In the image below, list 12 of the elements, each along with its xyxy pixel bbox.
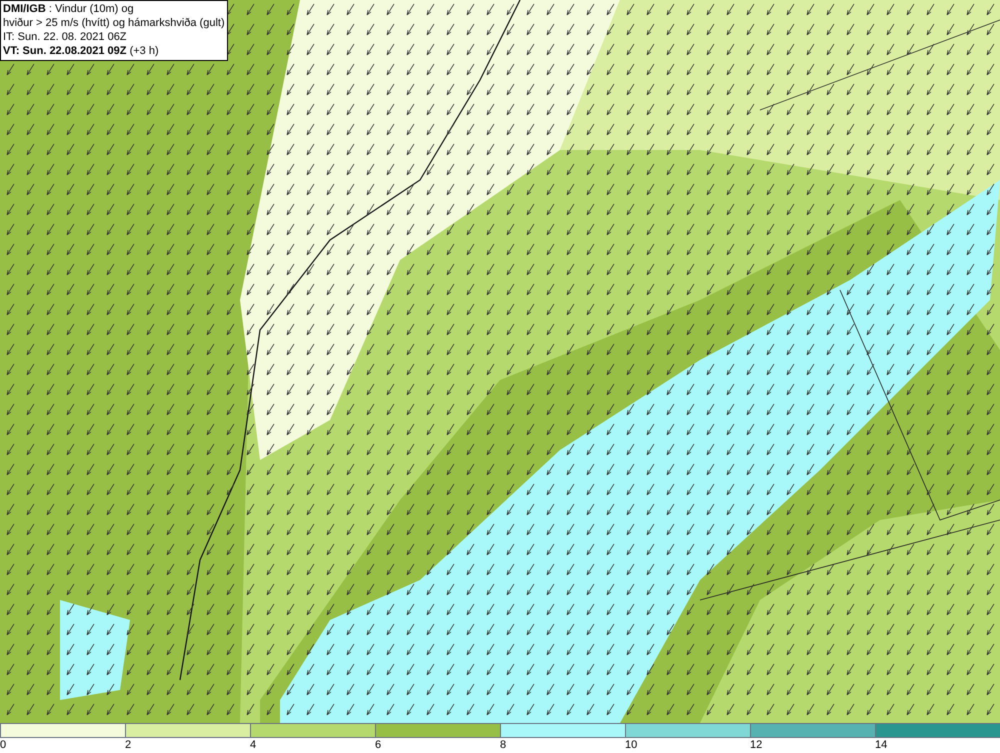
legend-label: 14 <box>875 739 888 752</box>
title-line: hviður > 25 m/s (hvítt) og hámarkshviða (gult) <box>3 16 225 30</box>
legend-label: 4 <box>250 739 256 752</box>
legend-label: 12 <box>750 739 762 752</box>
legend-label: 8 <box>500 739 506 752</box>
title-line: IT: Sun. 22. 08. 2021 06Z <box>3 30 128 44</box>
title-line: DMI/IGB : Vindur (10m) og <box>3 2 135 16</box>
title-line: VT: Sun. 22.08.2021 09Z (+3 h) <box>3 44 160 58</box>
legend-label: 10 <box>625 739 638 752</box>
legend-label: 6 <box>375 739 382 752</box>
legend-label: 0 <box>0 739 6 752</box>
legend-label: 2 <box>125 739 132 752</box>
